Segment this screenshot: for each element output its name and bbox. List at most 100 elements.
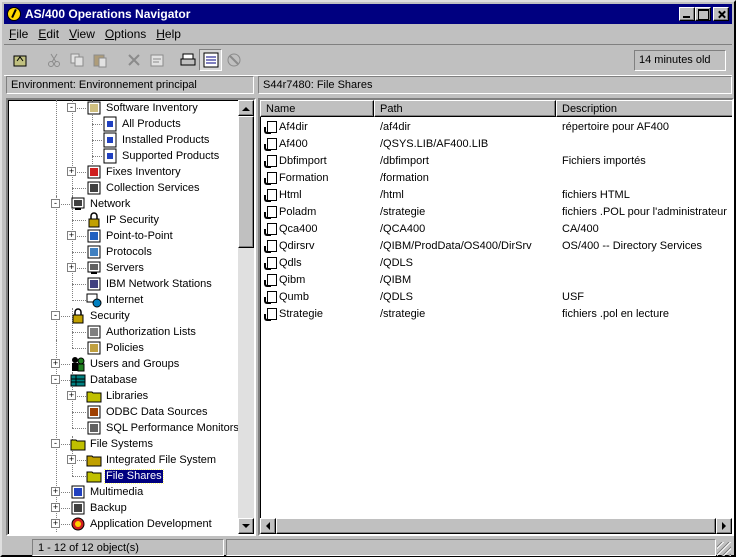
paste-button[interactable] xyxy=(88,49,111,71)
cut-button[interactable] xyxy=(42,49,65,71)
navigator-tree[interactable]: - Software Inventory All Products Installed… xyxy=(6,98,256,536)
menu-edit[interactable]: Edit xyxy=(33,27,64,41)
column-header-name[interactable]: Name xyxy=(260,100,374,117)
table-row[interactable]: Qibm/QIBM xyxy=(262,272,732,289)
tree-item-file-systems[interactable]: File Systems xyxy=(70,436,154,452)
tree-item-ip-security[interactable]: IP Security xyxy=(86,212,160,228)
tree-item-ibm-network-stations[interactable]: IBM Network Stations xyxy=(86,276,213,292)
tree-item-collection-services[interactable]: Collection Services xyxy=(86,180,201,196)
maximize-button[interactable] xyxy=(695,7,711,21)
tree-item-supported-products[interactable]: Supported Products xyxy=(102,148,220,164)
table-row[interactable]: Formation/formation xyxy=(262,170,732,187)
file-shares-list[interactable]: Name Path Description Af4dir/af4dir réper… xyxy=(258,98,734,536)
scroll-up-button[interactable] xyxy=(238,100,254,116)
table-row[interactable]: Dbfimport/dbfimport Fichiers importés xyxy=(262,153,732,170)
tree-item-fixes-inventory[interactable]: Fixes Inventory xyxy=(86,164,182,180)
tree-item-libraries[interactable]: Libraries xyxy=(86,388,149,404)
expand-button[interactable]: + xyxy=(67,167,76,176)
users-groups-icon xyxy=(70,356,86,372)
collapse-button[interactable]: - xyxy=(51,375,60,384)
expand-button[interactable]: + xyxy=(51,503,60,512)
tree-item-protocols[interactable]: Protocols xyxy=(86,244,153,260)
tree-item-users-and-groups[interactable]: Users and Groups xyxy=(70,356,180,372)
expand-button[interactable]: + xyxy=(51,359,60,368)
tree-item-authorization-lists[interactable]: Authorization Lists xyxy=(86,324,197,340)
table-row[interactable]: Html/html fichiers HTML xyxy=(262,187,732,204)
tree-item-label: Installed Products xyxy=(122,133,210,146)
tree-item-database[interactable]: Database xyxy=(70,372,138,388)
tree-item-file-shares[interactable]: File Shares xyxy=(86,468,164,484)
table-row[interactable]: Strategie/strategie fichiers .pol en lect… xyxy=(262,306,732,323)
table-row[interactable]: Af4dir/af4dir répertoire pour AF400 xyxy=(262,119,732,136)
expand-button[interactable]: + xyxy=(67,455,76,464)
table-row[interactable]: Qdirsrv/QIBM/ProdData/OS400/DirSrv OS/400… xyxy=(262,238,732,255)
menu-options[interactable]: Options xyxy=(100,27,151,41)
menu-view[interactable]: View xyxy=(64,27,100,41)
tree-item-security[interactable]: Security xyxy=(70,308,131,324)
scroll-down-button[interactable] xyxy=(238,518,254,534)
menu-label-rest: ptions xyxy=(114,26,147,41)
collapse-button[interactable]: - xyxy=(51,439,60,448)
name-cell: Qdirsrv xyxy=(279,240,315,252)
tree-item-point-to-point[interactable]: Point-to-Point xyxy=(86,228,174,244)
collapse-button[interactable]: - xyxy=(67,103,76,112)
menu-help[interactable]: Help xyxy=(151,27,186,41)
print-button[interactable] xyxy=(176,49,199,71)
close-button[interactable] xyxy=(713,7,729,21)
scroll-right-button[interactable] xyxy=(716,518,732,534)
name-cell: Strategie xyxy=(279,308,324,320)
table-row[interactable]: Qdls/QDLS xyxy=(262,255,732,272)
column-header-path[interactable]: Path xyxy=(374,100,556,117)
tree-item-label: Database xyxy=(90,373,138,386)
tree-item-installed-products[interactable]: Installed Products xyxy=(102,132,210,148)
authorization-lists-icon xyxy=(86,324,102,340)
copy-button[interactable] xyxy=(65,49,88,71)
tree-item-application-development[interactable]: Application Development xyxy=(70,516,213,532)
delete-button[interactable] xyxy=(122,49,145,71)
tree-item-multimedia[interactable]: Multimedia xyxy=(70,484,144,500)
scroll-thumb[interactable] xyxy=(238,116,254,248)
resize-grip[interactable] xyxy=(717,542,731,556)
table-row[interactable]: Af400/QSYS.LIB/AF400.LIB xyxy=(262,136,732,153)
menu-file[interactable]: File xyxy=(4,27,33,41)
tree-item-label: Internet xyxy=(106,293,144,306)
tree-item-label: Users and Groups xyxy=(90,357,180,370)
tree-vertical-scrollbar[interactable] xyxy=(238,100,254,534)
column-header-description[interactable]: Description xyxy=(556,100,732,117)
minimize-button[interactable] xyxy=(679,7,695,21)
path-cell: /QDLS xyxy=(380,257,414,269)
tree-item-all-products[interactable]: All Products xyxy=(102,116,182,132)
tree-item-servers[interactable]: Servers xyxy=(86,260,145,276)
tree-item-internet[interactable]: Internet xyxy=(86,292,144,308)
tree-item-label: Security xyxy=(90,309,130,322)
table-row[interactable]: Qca400/QCA400 CA/400 xyxy=(262,221,732,238)
expand-button[interactable]: + xyxy=(51,487,60,496)
tree-item-policies[interactable]: Policies xyxy=(86,340,145,356)
path-cell: /formation xyxy=(380,172,429,184)
collapse-button[interactable]: - xyxy=(51,311,60,320)
horizontal-scroll-thumb[interactable] xyxy=(276,518,716,534)
tree-item-odbc-data-sources[interactable]: ODBC Data Sources xyxy=(86,404,208,420)
properties-button[interactable] xyxy=(145,49,168,71)
expand-button[interactable]: + xyxy=(51,519,60,528)
expand-button[interactable]: + xyxy=(67,263,76,272)
tree-item-network[interactable]: Network xyxy=(70,196,131,212)
tree-guide-line xyxy=(72,348,86,349)
expand-button[interactable]: + xyxy=(67,231,76,240)
tree-item-backup[interactable]: Backup xyxy=(70,500,128,516)
table-row[interactable]: Poladm/strategie fichiers .POL pour l'adm… xyxy=(262,204,732,221)
scroll-left-button[interactable] xyxy=(260,518,276,534)
list-horizontal-scrollbar[interactable] xyxy=(260,518,732,534)
table-row[interactable]: Qumb/QDLS USF xyxy=(262,289,732,306)
up-one-level-button[interactable] xyxy=(8,49,31,71)
stop-button[interactable] xyxy=(222,49,245,71)
details-view-button[interactable] xyxy=(199,49,222,71)
description-cell: fichiers .POL pour l'administrateur xyxy=(562,206,727,218)
collapse-button[interactable]: - xyxy=(51,199,60,208)
operations-navigator-icon[interactable] xyxy=(7,7,21,21)
tree-item-sql-performance-monitors[interactable]: SQL Performance Monitors xyxy=(86,420,240,436)
expand-button[interactable]: + xyxy=(67,391,76,400)
tree-item-integrated-file-system[interactable]: Integrated File System xyxy=(86,452,217,468)
tree-item-software-inventory[interactable]: Software Inventory xyxy=(86,100,199,116)
title-bar[interactable]: AS/400 Operations Navigator xyxy=(4,4,732,24)
